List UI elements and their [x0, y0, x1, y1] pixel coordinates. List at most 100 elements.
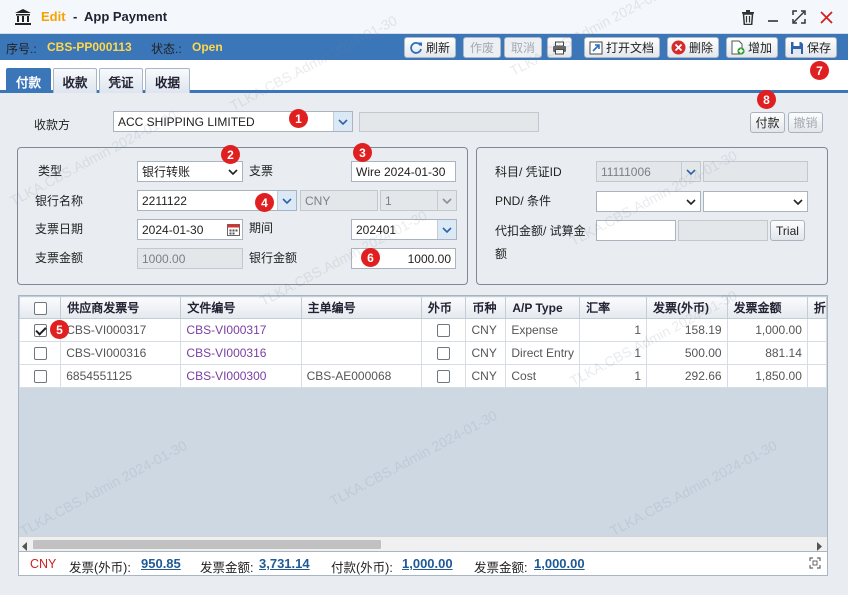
foreign-cell[interactable]: [420, 318, 467, 342]
trash-icon[interactable]: [738, 7, 758, 27]
annotation-badge-5: 5: [50, 320, 69, 339]
chevron-down-icon[interactable]: [277, 191, 296, 210]
title-bar: Edit - App Payment: [0, 0, 848, 34]
row-checkbox[interactable]: [33, 370, 47, 384]
table-row[interactable]: CBS-VI000317 CBS-VI000317 CNY Expense 1 …: [19, 318, 827, 342]
save-button[interactable]: 保存: [785, 37, 838, 58]
minimize-icon[interactable]: [763, 7, 783, 27]
col-ap-type[interactable]: A/P Type: [505, 296, 581, 319]
cancel-label: 取消: [511, 41, 536, 55]
row-checkbox[interactable]: [33, 347, 47, 361]
cancel-button[interactable]: 取消: [504, 37, 543, 58]
cheque-amount-field: 1000.00: [137, 248, 243, 269]
pnd-select[interactable]: [596, 191, 701, 212]
tab-voucher[interactable]: 凭证: [99, 68, 143, 93]
payee-combo[interactable]: ACC SHIPPING LIMITED: [113, 111, 353, 132]
voucher-id-field: [703, 161, 808, 182]
refresh-label: 刷新: [426, 41, 451, 55]
open-document-label: 打开文档: [606, 41, 655, 55]
pay-button[interactable]: 付款: [750, 112, 785, 133]
open-document-button[interactable]: 打开文档: [584, 37, 661, 58]
table-row[interactable]: CBS-VI000316 CBS-VI000316 CNY Direct Ent…: [19, 341, 827, 365]
row-checkbox-cell[interactable]: [19, 341, 62, 365]
col-file-no[interactable]: 文件编号: [180, 296, 302, 319]
col-discount[interactable]: 折: [806, 296, 827, 319]
chevron-down-icon[interactable]: [223, 162, 242, 181]
col-currency[interactable]: 币种: [465, 296, 507, 319]
revoke-button[interactable]: 撤销: [788, 112, 823, 133]
ap-type-cell: Direct Entry: [505, 341, 581, 365]
cheque-date-input[interactable]: 2024-01-30: [137, 219, 243, 240]
save-icon: [789, 40, 804, 55]
grid-header-row: 供应商发票号 文件编号 主单编号 外币 币种 A/P Type 汇率 发票(外币…: [19, 296, 827, 319]
rate-cell: 1: [579, 318, 648, 342]
trial-button[interactable]: Trial: [770, 220, 805, 241]
row-checkbox[interactable]: [33, 324, 47, 338]
foreign-checkbox[interactable]: [437, 347, 451, 361]
file-no-link[interactable]: CBS-VI000317: [180, 318, 302, 342]
chevron-down-icon[interactable]: [437, 220, 456, 239]
scrollbar-thumb[interactable]: [33, 540, 381, 549]
withhold-input[interactable]: [596, 220, 676, 241]
col-vendor-invoice[interactable]: 供应商发票号: [60, 296, 182, 319]
account-label: 科目/ 凭证ID: [495, 165, 562, 179]
payment-fc-total[interactable]: 1,000.00: [402, 556, 453, 571]
col-invoice-fc[interactable]: 发票(外币): [646, 296, 728, 319]
master-no-cell: [300, 318, 422, 342]
add-button[interactable]: 增加: [726, 37, 779, 58]
invoice-fc-total[interactable]: 950.85: [141, 556, 181, 571]
scroll-left-icon[interactable]: [22, 540, 28, 551]
cheque-input[interactable]: Wire 2024-01-30: [351, 161, 456, 182]
invoice-amount-cell: 1,850.00: [726, 364, 808, 388]
delete-button[interactable]: 删除: [667, 37, 720, 58]
condition-select[interactable]: [703, 191, 808, 212]
annotation-badge-8: 8: [757, 90, 776, 109]
maximize-icon[interactable]: [789, 7, 809, 27]
tab-receipt-document[interactable]: 收据: [145, 68, 190, 93]
foreign-checkbox[interactable]: [437, 324, 451, 338]
calendar-icon[interactable]: [225, 220, 242, 239]
horizontal-scrollbar[interactable]: [19, 536, 827, 551]
chevron-down-icon: [437, 191, 456, 210]
file-no-link[interactable]: CBS-VI000316: [180, 341, 302, 365]
vendor-invoice-cell: CBS-VI000316: [60, 341, 182, 365]
close-icon[interactable]: [816, 7, 836, 27]
print-button[interactable]: [547, 37, 572, 58]
row-checkbox-cell[interactable]: [19, 364, 62, 388]
invoice-amount-total[interactable]: 3,731.14: [259, 556, 310, 571]
ap-type-cell: Expense: [505, 318, 581, 342]
discount-cell: [806, 341, 827, 365]
tab-receipt[interactable]: 收款: [53, 68, 97, 93]
chevron-down-icon[interactable]: [788, 192, 807, 211]
period-combo[interactable]: 202401: [351, 219, 457, 240]
annotation-badge-2: 2: [221, 145, 240, 164]
cheque-date-value: 2024-01-30: [142, 222, 204, 237]
period-value: 202401: [356, 222, 397, 237]
scroll-right-icon[interactable]: [817, 540, 823, 551]
payment-amount-total[interactable]: 1,000.00: [534, 556, 585, 571]
chevron-down-icon[interactable]: [333, 112, 352, 131]
col-master-no[interactable]: 主单编号: [300, 296, 422, 319]
foreign-cell[interactable]: [420, 341, 467, 365]
void-button[interactable]: 作废: [463, 37, 502, 58]
invoice-fc-total-label: 发票(外币):: [69, 561, 131, 575]
window-mode: Edit: [41, 9, 66, 24]
foreign-cell[interactable]: [420, 364, 467, 388]
select-all-header[interactable]: [19, 296, 62, 319]
col-rate[interactable]: 汇率: [579, 296, 648, 319]
refresh-button[interactable]: 刷新: [404, 37, 457, 58]
rate-combo: 1: [380, 190, 457, 211]
select-all-checkbox[interactable]: [33, 301, 47, 315]
foreign-checkbox[interactable]: [437, 370, 451, 384]
chevron-down-icon[interactable]: [681, 192, 700, 211]
fit-screen-icon[interactable]: [809, 557, 821, 572]
invoice-fc-cell: 158.19: [646, 318, 728, 342]
window-title: App Payment: [84, 9, 168, 24]
table-row[interactable]: 6854551125 CBS-VI000300 CBS-AE000068 CNY…: [19, 364, 827, 388]
col-invoice-amount[interactable]: 发票金额: [726, 296, 808, 319]
col-foreign[interactable]: 外币: [420, 296, 467, 319]
tab-payment[interactable]: 付款: [6, 68, 51, 93]
type-select[interactable]: 银行转账: [137, 161, 243, 182]
account-value: 11111006: [601, 164, 651, 179]
file-no-link[interactable]: CBS-VI000300: [180, 364, 302, 388]
